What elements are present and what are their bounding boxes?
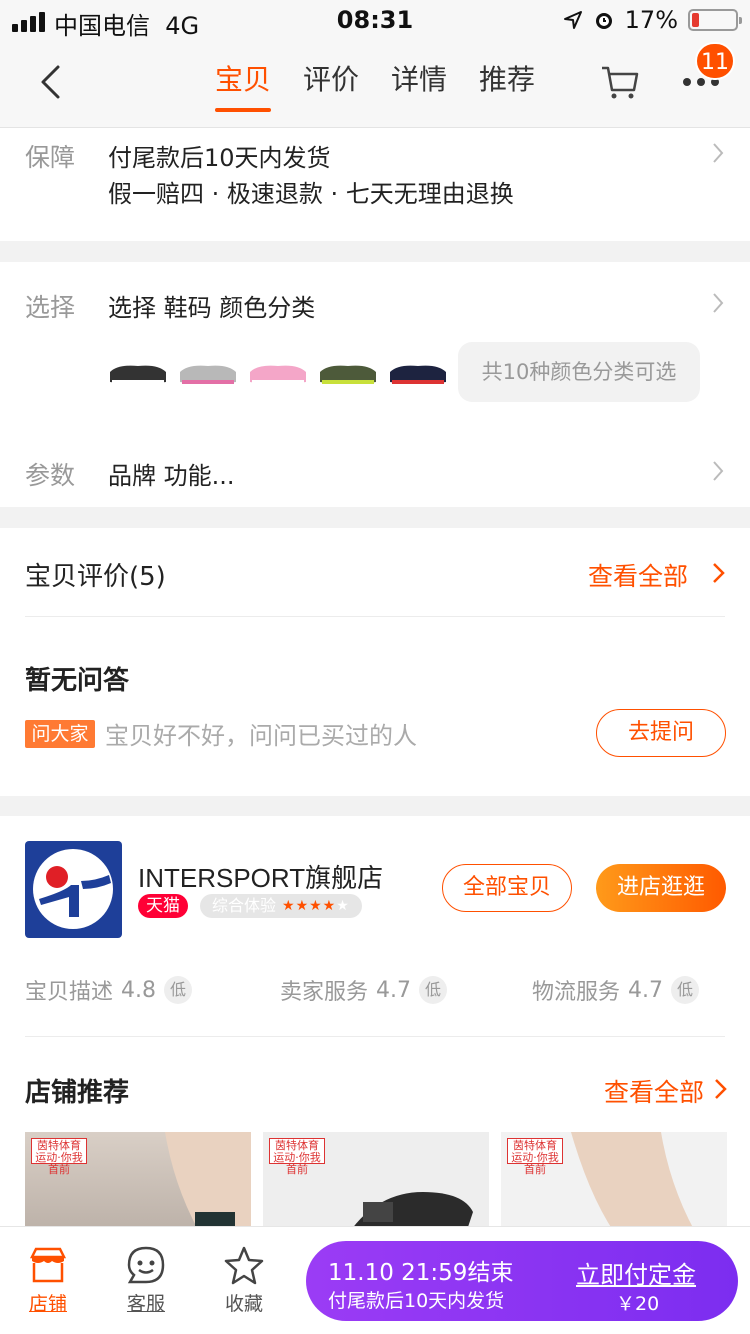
chevron-right-icon [713, 293, 724, 313]
guarantee-policies: 假一赔四 · 极速退款 · 七天无理由退换 [108, 180, 514, 208]
chat-face-icon [127, 1246, 165, 1284]
chevron-right-icon [713, 563, 725, 583]
score-service: 卖家服务 4.7 低 [280, 974, 448, 1006]
battery-percent: 17% [624, 6, 678, 34]
shop-tab-button[interactable]: 店铺 [18, 1245, 78, 1316]
tab-bar: 宝贝 评价 详情 推荐 [215, 58, 535, 112]
qa-title: 暂无问答 [25, 666, 130, 696]
color-thumb[interactable] [178, 342, 238, 402]
presale-end-time: 11.10 21:59结束 [328, 1260, 514, 1286]
score-description: 宝贝描述 4.8 低 [25, 974, 193, 1006]
chevron-right-icon [713, 461, 724, 481]
reviews-see-all[interactable]: 查看全部 [588, 557, 688, 593]
color-thumb[interactable] [318, 342, 378, 402]
ask-question-button[interactable]: 去提问 [596, 709, 726, 757]
presale-shipping: 付尾款后10天内发货 [328, 1290, 505, 1312]
more-colors-button[interactable]: 共10种颜色分类可选 [458, 342, 700, 402]
location-icon [563, 11, 582, 29]
rating-stars: ★★★★★ [282, 898, 350, 914]
color-thumbnails [108, 342, 448, 402]
shop-logo[interactable] [25, 841, 122, 938]
select-section: 选择 选择 鞋码 颜色分类 共10种颜色分类可选 参数 品牌 功能... [0, 262, 750, 507]
customer-service-button[interactable]: 客服 [116, 1245, 176, 1316]
tab-recommend[interactable]: 推荐 [479, 58, 535, 112]
alarm-icon [595, 13, 612, 29]
shop-name[interactable]: INTERSPORT旗舰店 [138, 858, 383, 895]
select-label: 选择 [25, 293, 76, 322]
top-navigation: 宝贝 评价 详情 推荐 11 [0, 40, 750, 128]
favorite-button[interactable]: 收藏 [214, 1245, 274, 1316]
shop-watermark: 茵特体育 运动·你我首前 [31, 1138, 87, 1176]
tab-item[interactable]: 宝贝 [215, 58, 272, 112]
shop-watermark: 茵特体育 运动·你我首前 [269, 1138, 325, 1176]
divider [25, 616, 725, 617]
experience-rating: 综合体验 ★★★★★ [200, 894, 362, 918]
guarantee-shipping: 付尾款后10天内发货 [108, 144, 331, 172]
color-thumb[interactable] [108, 342, 168, 402]
shop-recommend-see-all[interactable]: 查看全部 [604, 1073, 704, 1109]
ask-hint: 宝贝好不好，问问已买过的人 [105, 722, 417, 750]
back-icon[interactable] [38, 64, 62, 100]
reviews-qa-section: 宝贝评价(5) 查看全部 暂无问答 问大家 宝贝好不好，问问已买过的人 去提问 [0, 528, 750, 796]
cart-icon[interactable] [600, 62, 640, 102]
score-logistics: 物流服务 4.7 低 [532, 974, 700, 1006]
enter-shop-button[interactable]: 进店逛逛 [596, 864, 726, 912]
reviews-title: 宝贝评价(5) [25, 562, 166, 592]
shop-recommend-title: 店铺推荐 [25, 1078, 130, 1108]
tmall-badge: 天猫 [138, 894, 188, 918]
notification-badge: 11 [695, 42, 735, 80]
select-options-text[interactable]: 选择 鞋码 颜色分类 [108, 288, 315, 323]
shop-section: INTERSPORT旗舰店 天猫 综合体验 ★★★★★ 全部宝贝 进店逛逛 宝贝… [0, 816, 750, 1242]
star-icon [224, 1246, 264, 1285]
divider [25, 1036, 725, 1037]
params-text[interactable]: 品牌 功能... [108, 456, 235, 491]
tab-reviews[interactable]: 评价 [303, 58, 359, 112]
status-bar: 中国电信 4G 08:31 17% [0, 0, 750, 40]
guarantee-label: 保障 [25, 143, 76, 172]
chevron-right-icon [715, 1079, 727, 1099]
deposit-amount: ￥20 [616, 1293, 660, 1315]
color-thumb[interactable] [248, 342, 308, 402]
all-items-button[interactable]: 全部宝贝 [442, 864, 572, 912]
guarantee-section[interactable]: 保障 付尾款后10天内发货 假一赔四 · 极速退款 · 七天无理由退换 [0, 128, 750, 241]
pay-deposit-label: 立即付定金 [576, 1261, 696, 1289]
params-label: 参数 [25, 461, 76, 490]
store-icon [29, 1247, 67, 1283]
shop-watermark: 茵特体育 运动·你我首前 [507, 1138, 563, 1176]
pay-deposit-button[interactable]: 11.10 21:59结束 付尾款后10天内发货 立即付定金 ￥20 [306, 1241, 738, 1321]
chevron-right-icon [713, 143, 724, 163]
tab-details[interactable]: 详情 [391, 58, 447, 112]
bottom-action-bar: 店铺 客服 收藏 11.10 21:59结束 付尾款后10天内发货 立即付定金 … [0, 1226, 750, 1334]
battery-icon [688, 9, 742, 31]
color-thumb[interactable] [388, 342, 448, 402]
ask-everyone-tag: 问大家 [25, 720, 95, 748]
